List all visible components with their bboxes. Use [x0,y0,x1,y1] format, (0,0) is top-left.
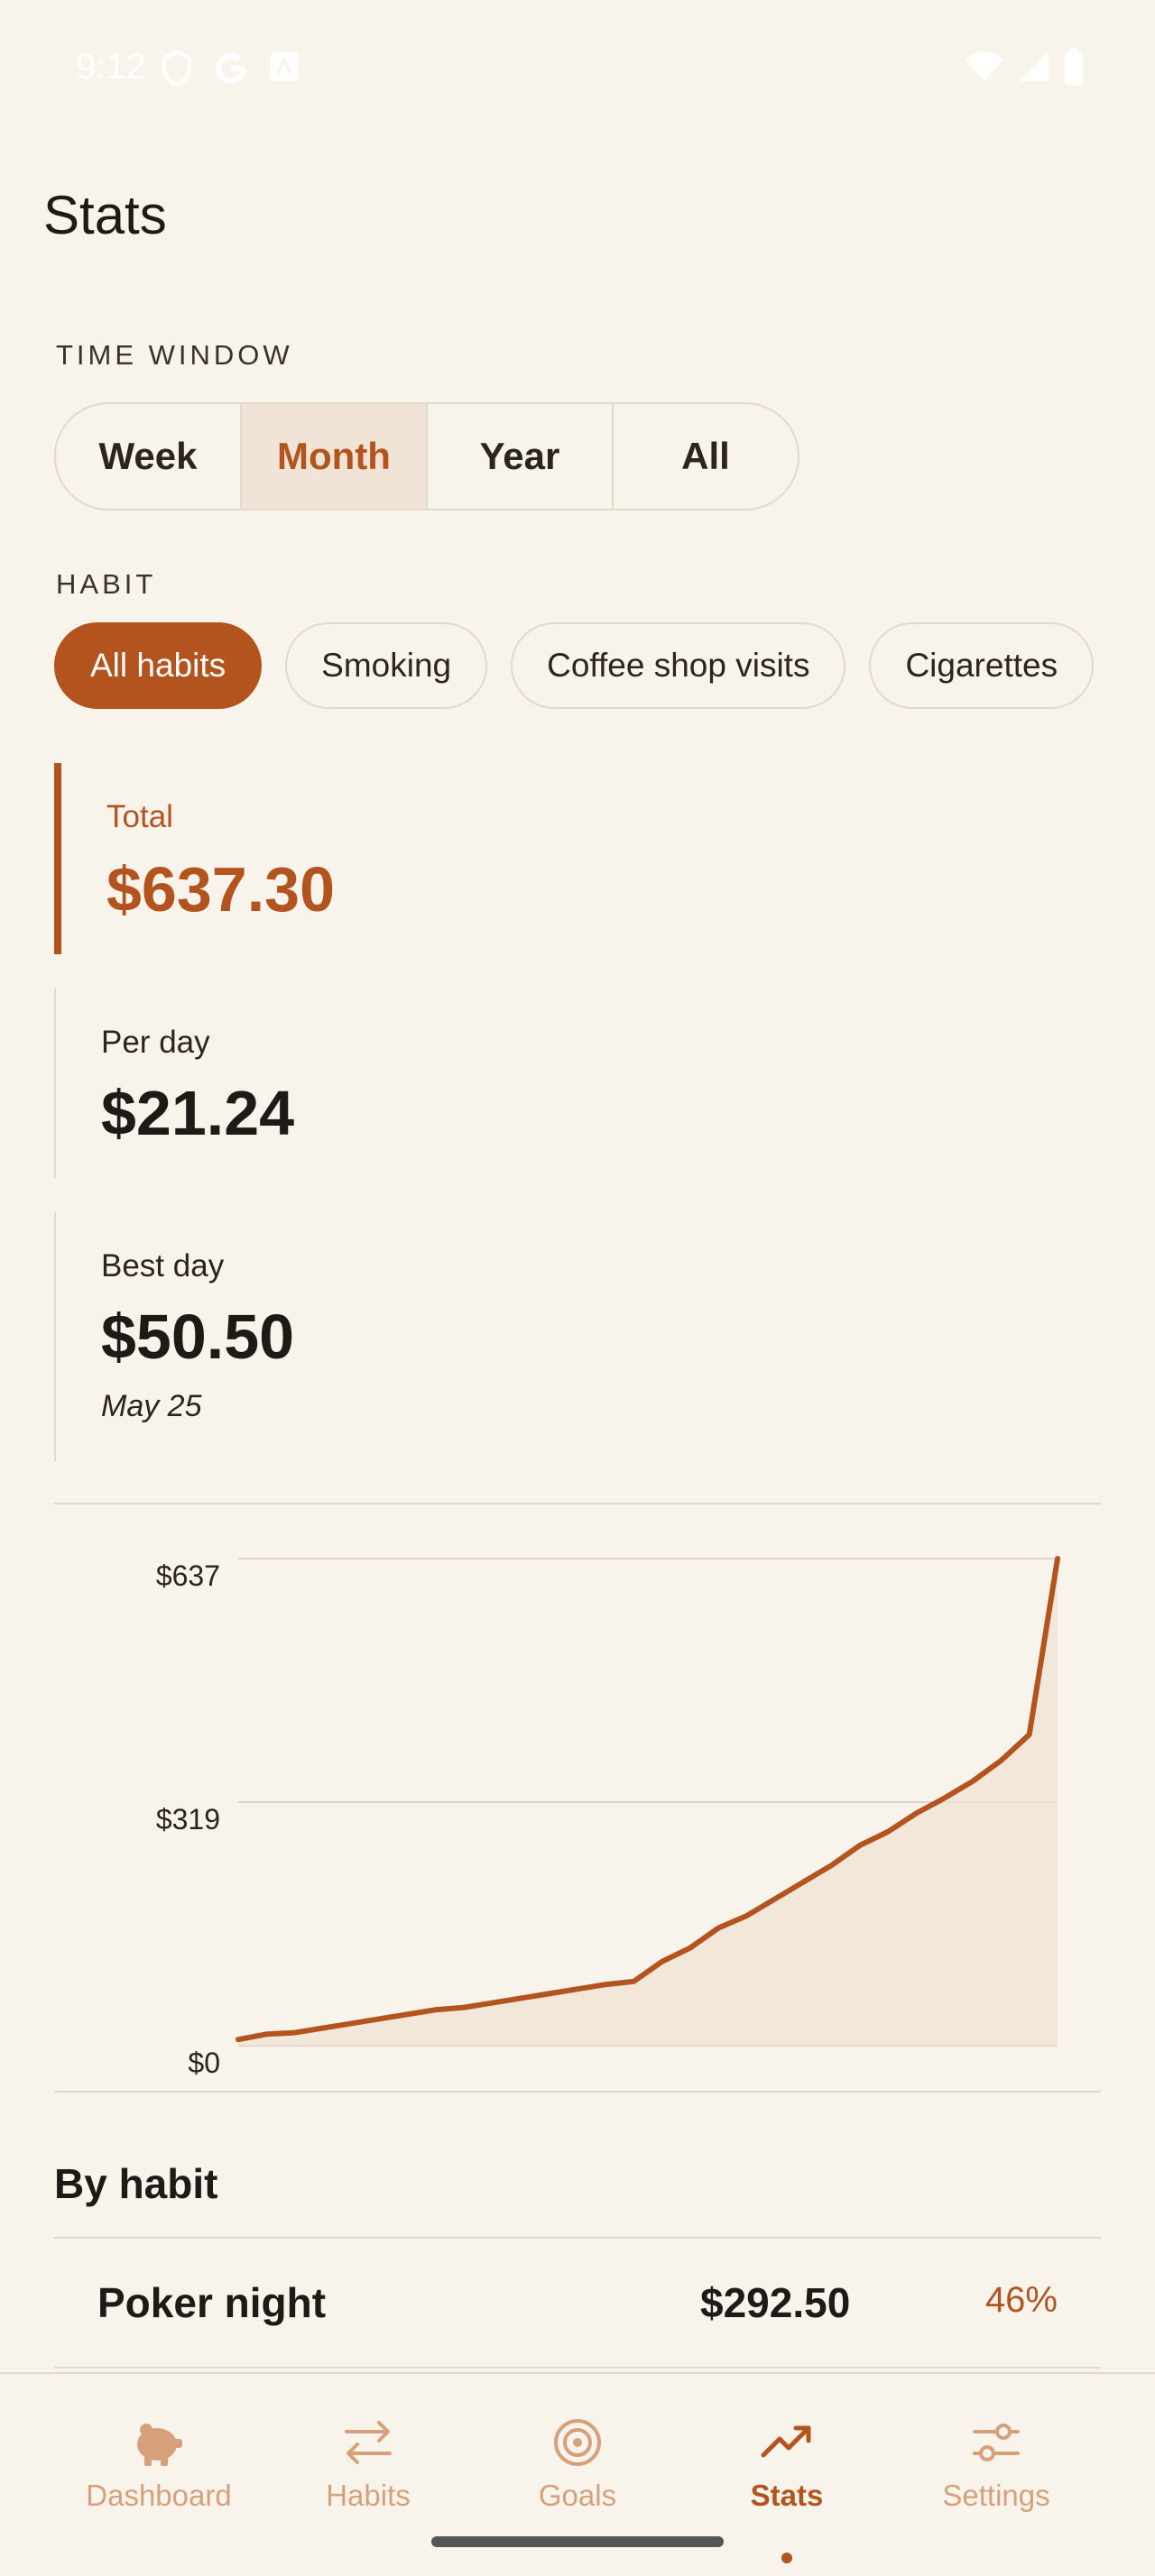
data-point [604,1983,608,1987]
data-point [236,2038,240,2042]
data-point [914,1811,919,1816]
total-value: $637.30 [106,854,336,925]
data-point [942,1796,947,1800]
habit-name: Poker night [97,2279,327,2326]
page-title: Stats [43,185,167,245]
nav-stats[interactable]: Stats [682,2401,892,2563]
translate-icon [271,52,298,81]
best-day-card: Best day $50.50 May 25 [54,1212,596,1461]
habit-percent: 46% [984,2280,1058,2320]
per-day-value: $21.24 [101,1078,295,1148]
data-point [829,1863,834,1868]
home-indicator[interactable] [431,2536,724,2547]
data-point [999,1758,1003,1762]
swap-arrows-icon [345,2421,392,2464]
nav-settings-label: Settings [942,2479,1050,2512]
notification-icons [161,51,300,87]
data-point [716,1926,721,1930]
data-point [405,2012,410,2017]
y-tick-label: $319 [156,1803,220,1835]
data-point [547,1992,551,1996]
best-day-value: $50.50 [101,1302,295,1372]
pig-icon [137,2424,182,2466]
chip-cigarettes[interactable]: Cigarettes [869,622,1095,709]
data-point [377,2017,382,2021]
data-point [1056,1557,1059,1560]
data-point [519,1996,523,2001]
data-point [772,1897,777,1901]
chip-coffee-shop-visits[interactable]: Coffee shop visits [511,622,846,709]
status-bar: 9:12 [0,0,1155,141]
nav-stats-label: Stats [750,2479,824,2512]
nav-settings[interactable]: Settings [892,2401,1101,2536]
data-point [575,1987,579,1992]
data-point [349,2021,354,2026]
best-day-label: Best day [101,1248,225,1283]
chip-all-habits[interactable]: All habits [54,622,263,709]
total-card: Total $637.30 [54,763,596,954]
by-habit-title: By habit [54,2160,218,2207]
nav-dashboard[interactable]: Dashboard [54,2401,263,2536]
data-point [292,2030,297,2035]
y-tick-label: $0 [188,2047,220,2079]
habit-row[interactable]: Poker night $292.50 46% [54,2237,1101,2369]
shield-icon [162,51,191,87]
nav-goals[interactable]: Goals [473,2401,682,2536]
data-point [320,2026,325,2030]
cellular-icon [1020,52,1049,81]
data-point [264,2032,269,2037]
y-tick-label: $637 [156,1559,220,1592]
data-point [801,1880,806,1884]
sliders-icon [973,2424,1020,2461]
chart-bottom-divider [54,2091,1101,2093]
data-point [490,2001,494,2005]
time-window-all[interactable]: All [614,404,798,509]
nav-dashboard-label: Dashboard [86,2479,232,2512]
system-icons [964,49,1085,85]
google-icon [216,52,246,84]
habit-label: HABIT [56,568,157,600]
per-day-card: Per day $21.24 [54,989,596,1178]
battery-icon [1065,49,1083,85]
nav-habits[interactable]: Habits [263,2401,473,2536]
data-point [632,1979,636,1983]
data-point [688,1946,692,1950]
habit-chip-list[interactable]: All habits Smoking Coffee shop visits Ci… [54,622,1101,709]
data-point [971,1779,975,1783]
data-point [857,1844,862,1848]
active-indicator-dot [781,2553,792,2563]
nav-habits-label: Habits [326,2479,411,2512]
data-point [462,2005,467,2010]
data-point [744,1913,749,1918]
time-window-month[interactable]: Month [242,404,428,509]
status-time: 9:12 [76,47,146,87]
target-icon [554,2419,601,2466]
time-window-selector: Week Month Year All [54,402,799,511]
time-window-week[interactable]: Week [56,404,242,509]
time-window-label: TIME WINDOW [56,339,293,371]
data-point [660,1959,664,1964]
total-label: Total [106,799,173,834]
chart-svg: $0 $319 $637 [156,1556,1060,2079]
habit-amount: $292.50 [700,2279,851,2326]
trending-up-icon [761,2425,811,2458]
wifi-icon [966,51,1003,81]
data-point [1027,1733,1031,1737]
per-day-label: Per day [101,1025,210,1060]
best-day-date: May 25 [101,1389,202,1423]
data-point [434,2008,439,2012]
chip-smoking[interactable]: Smoking [285,622,488,709]
data-point [886,1829,891,1834]
spending-chart: $0 $319 $637 [54,1504,1101,2091]
nav-goals-label: Goals [538,2479,617,2512]
time-window-year[interactable]: Year [428,404,614,509]
